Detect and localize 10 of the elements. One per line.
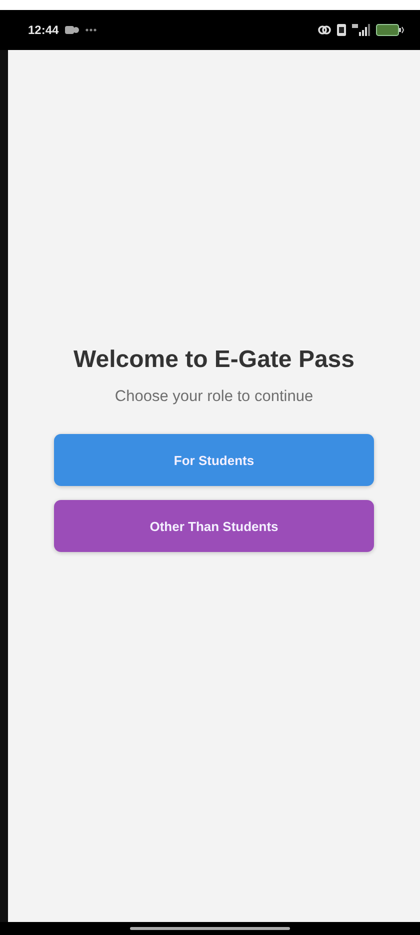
role-prompt: Choose your role to continue: [114, 388, 314, 406]
status-time: 12:44: [28, 23, 59, 37]
role-button[interactable]: For Students: [54, 434, 374, 486]
battery-icon: [376, 24, 404, 36]
more-icon: [84, 28, 97, 32]
role-button[interactable]: Other Than Students: [54, 500, 374, 552]
home-indicator[interactable]: [130, 927, 290, 930]
link-icon: [318, 24, 331, 36]
signal-icon: [352, 24, 370, 36]
welcome-title: Welcome to E-Gate Pass: [74, 346, 354, 374]
